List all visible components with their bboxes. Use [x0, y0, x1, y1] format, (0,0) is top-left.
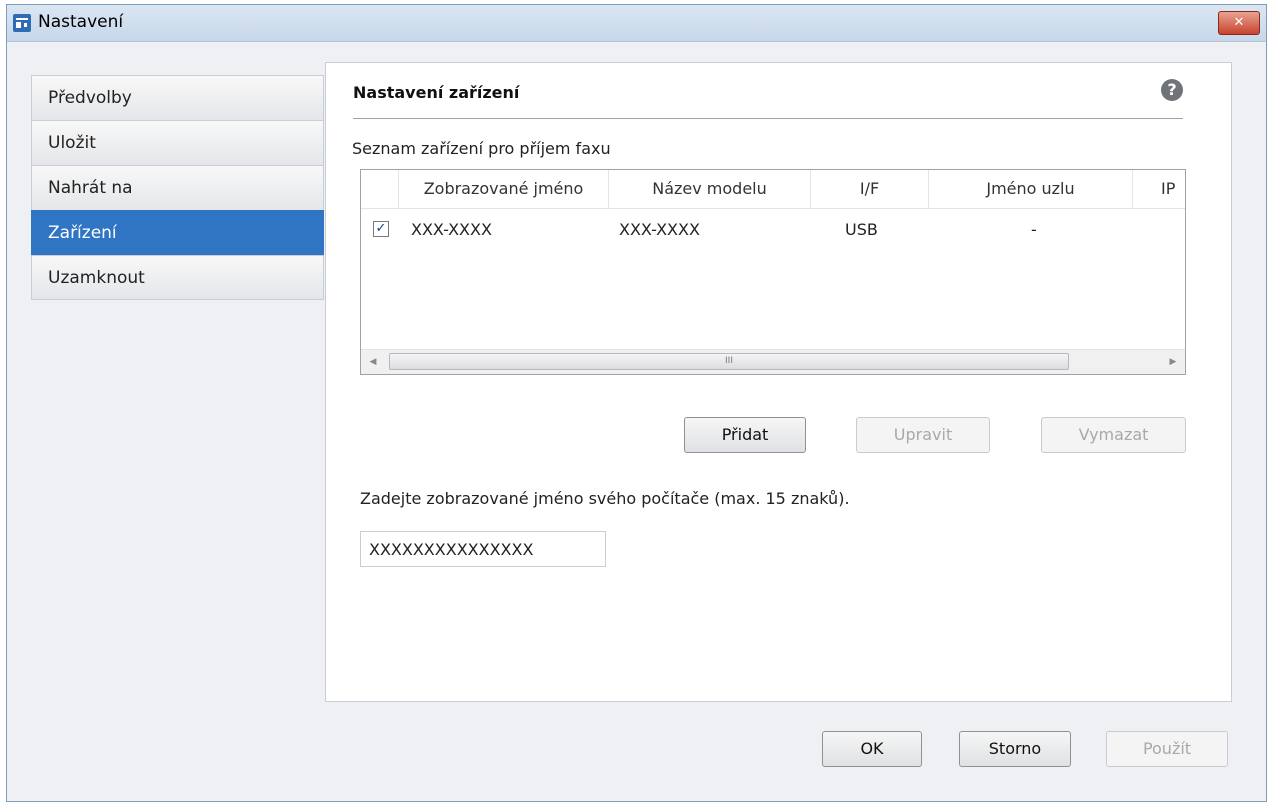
- scroll-left-icon[interactable]: ◀: [361, 350, 385, 374]
- device-list-label: Seznam zařízení pro příjem faxu: [352, 139, 611, 158]
- column-header-display-name[interactable]: Zobrazované jméno: [399, 170, 609, 208]
- window-title: Nastavení: [38, 12, 124, 32]
- edit-button[interactable]: Upravit: [856, 417, 990, 453]
- sidebar-item-predvolby[interactable]: Předvolby: [31, 75, 324, 120]
- cell-node-name: -: [1031, 220, 1037, 239]
- column-header-model[interactable]: Název modelu: [609, 170, 811, 208]
- ok-button[interactable]: OK: [822, 731, 922, 767]
- sidebar-item-zarizeni[interactable]: Zařízení: [31, 210, 324, 255]
- table-row[interactable]: ✓ XXX-XXXX XXX-XXXX USB -: [361, 208, 1185, 252]
- device-list[interactable]: Zobrazované jméno Název modelu I/F Jméno…: [360, 169, 1186, 375]
- computer-name-prompt: Zadejte zobrazované jméno svého počítače…: [360, 489, 850, 508]
- settings-panel: Nastavení zařízení ? Seznam zařízení pro…: [325, 62, 1232, 702]
- apply-button[interactable]: Použít: [1106, 731, 1228, 767]
- section-title: Nastavení zařízení: [353, 83, 520, 102]
- app-icon: [13, 14, 31, 32]
- cell-display-name: XXX-XXXX: [411, 220, 492, 239]
- dialog-body: Předvolby Uložit Nahrát na Zařízení Uzam…: [7, 42, 1266, 801]
- column-header-ip[interactable]: IP: [1133, 170, 1185, 208]
- scroll-thumb[interactable]: III: [389, 353, 1069, 370]
- delete-button[interactable]: Vymazat: [1041, 417, 1186, 453]
- sidebar-item-uzamknout[interactable]: Uzamknout: [31, 255, 324, 300]
- cancel-button[interactable]: Storno: [959, 731, 1071, 767]
- settings-window: Nastavení ✕ Předvolby Uložit Nahrát na Z…: [6, 4, 1267, 802]
- title-bar: Nastavení ✕: [7, 5, 1266, 42]
- close-button[interactable]: ✕: [1218, 11, 1260, 35]
- cell-interface: USB: [845, 220, 878, 239]
- horizontal-scrollbar[interactable]: ◀ III ▶: [361, 349, 1185, 374]
- column-header-interface[interactable]: I/F: [811, 170, 929, 208]
- sidebar-item-nahrat-na[interactable]: Nahrát na: [31, 165, 324, 210]
- section-divider: [353, 118, 1183, 119]
- help-icon[interactable]: ?: [1161, 79, 1183, 101]
- column-header-check: [361, 170, 399, 208]
- column-header-node-name[interactable]: Jméno uzlu: [929, 170, 1133, 208]
- cell-model: XXX-XXXX: [619, 220, 700, 239]
- list-header: Zobrazované jméno Název modelu I/F Jméno…: [361, 170, 1185, 209]
- row-checkbox[interactable]: ✓: [373, 221, 389, 237]
- sidebar-item-ulozit[interactable]: Uložit: [31, 120, 324, 165]
- sidebar: Předvolby Uložit Nahrát na Zařízení Uzam…: [31, 75, 324, 300]
- add-button[interactable]: Přidat: [684, 417, 806, 453]
- computer-name-input[interactable]: [360, 531, 606, 567]
- scroll-right-icon[interactable]: ▶: [1161, 350, 1185, 374]
